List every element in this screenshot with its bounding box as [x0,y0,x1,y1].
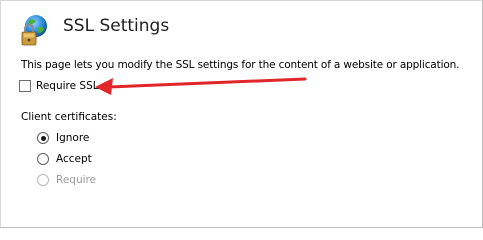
ssl-settings-panel: SSL Settings This page lets you modify t… [0,0,483,228]
require-ssl-label[interactable]: Require SSL [36,80,99,92]
radio-require-row: Require [37,174,96,186]
radio-require [37,174,49,186]
require-ssl-row[interactable]: Require SSL [19,80,99,92]
client-certificates-label: Client certificates: [21,111,117,123]
page-description: This page lets you modify the SSL settin… [21,59,460,71]
header [19,14,49,48]
radio-accept-row[interactable]: Accept [37,153,92,165]
radio-require-label: Require [56,174,97,186]
red-arrow-annotation [95,77,307,95]
ssl-globe-lock-icon [19,14,49,48]
require-ssl-checkbox[interactable] [19,80,31,92]
radio-accept[interactable] [37,153,49,165]
page-title: SSL Settings [63,16,170,36]
radio-accept-label[interactable]: Accept [56,153,92,165]
radio-ignore-label[interactable]: Ignore [56,132,89,144]
radio-ignore[interactable] [37,132,49,144]
radio-ignore-row[interactable]: Ignore [37,132,89,144]
